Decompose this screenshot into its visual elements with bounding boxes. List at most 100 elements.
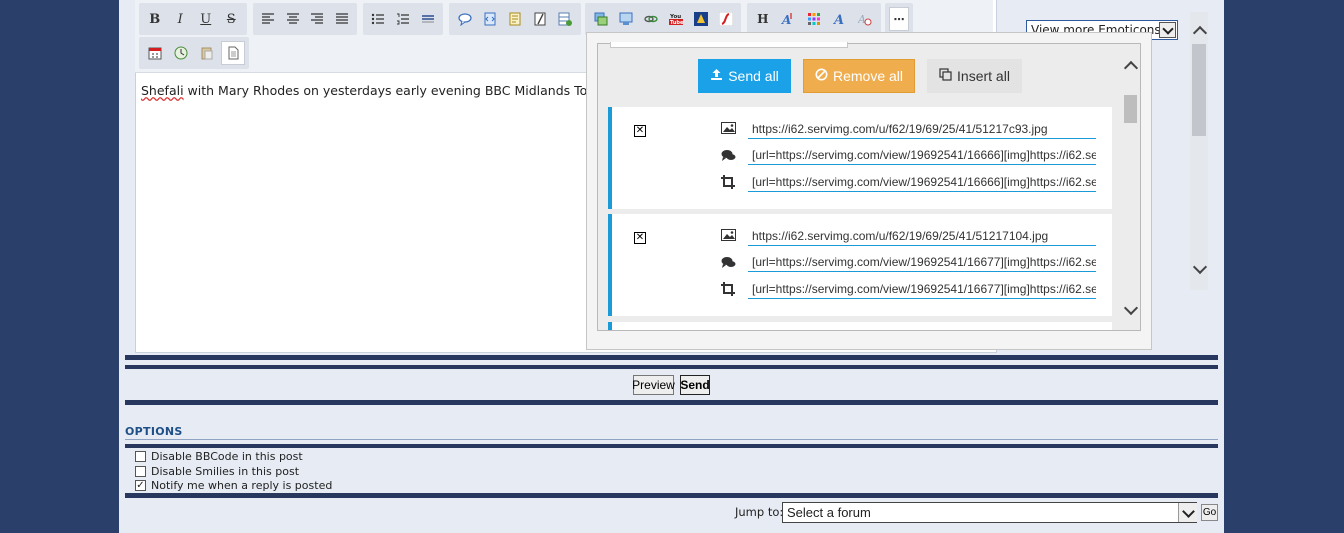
- numbered-list-icon[interactable]: [392, 7, 415, 31]
- svg-text:A: A: [781, 13, 791, 26]
- bbcode-field[interactable]: [url=https://servimg.com/view/19692541/1…: [748, 145, 1096, 165]
- align-justify-icon[interactable]: [331, 7, 354, 31]
- copy-icon: [939, 68, 952, 84]
- text-style-group: B I U S: [139, 3, 247, 35]
- more-icon[interactable]: ⋯: [889, 7, 909, 31]
- quote-icon[interactable]: [453, 7, 476, 31]
- checkbox[interactable]: [135, 451, 146, 462]
- editor-text-rest: with Mary Rhodes on yesterdays early eve…: [183, 83, 627, 98]
- popup-top-field: [610, 42, 848, 48]
- chevron-down-icon[interactable]: [1178, 503, 1197, 522]
- dailymotion-icon[interactable]: [689, 7, 712, 31]
- remove-all-button[interactable]: Remove all: [803, 59, 915, 93]
- media-group: You Tube: [585, 3, 741, 35]
- image-icon: [720, 121, 736, 135]
- crop-icon: [720, 175, 736, 189]
- editor-content[interactable]: Shefali with Mary Rhodes on yesterdays e…: [141, 83, 626, 98]
- insert-all-label: Insert all: [957, 68, 1010, 84]
- insert-all-button[interactable]: Insert all: [927, 59, 1022, 93]
- scroll-down-icon[interactable]: [1123, 300, 1139, 316]
- heading-icon[interactable]: H: [751, 7, 775, 31]
- divider: [125, 355, 1218, 360]
- image-url-field[interactable]: https://i62.servimg.com/u/f62/19/69/25/4…: [748, 119, 1096, 139]
- block-group: [449, 3, 581, 35]
- option-disable-bbcode[interactable]: Disable BBCode in this post: [135, 450, 303, 463]
- thumb-bbcode-field[interactable]: [url=https://servimg.com/view/19692541/1…: [748, 172, 1096, 192]
- option-disable-smilies[interactable]: Disable Smilies in this post: [135, 465, 299, 478]
- date-icon[interactable]: [143, 41, 167, 65]
- list-group: [363, 3, 443, 35]
- underline-icon[interactable]: U: [194, 7, 218, 31]
- flash-icon[interactable]: [714, 7, 737, 31]
- scrollbar-thumb[interactable]: [1124, 95, 1137, 123]
- horizontal-rule-icon[interactable]: [416, 7, 439, 31]
- hide-icon[interactable]: [529, 7, 552, 31]
- divider: [125, 400, 1218, 405]
- emoticons-scrollbar[interactable]: [1190, 12, 1208, 290]
- remove-item-icon[interactable]: ✕: [634, 232, 646, 244]
- remove-item-icon[interactable]: ✕: [634, 125, 646, 137]
- align-left-icon[interactable]: [257, 7, 280, 31]
- bbcode-field[interactable]: [url=https://servimg.com/view/19692541/1…: [748, 252, 1096, 272]
- remove-all-label: Remove all: [832, 68, 904, 84]
- crop-icon: [720, 282, 736, 296]
- option-label: Disable BBCode in this post: [151, 450, 303, 463]
- send-all-label: Send all: [728, 68, 779, 84]
- source-mode-icon[interactable]: [221, 41, 245, 65]
- scroll-up-icon[interactable]: [1123, 60, 1139, 76]
- spoiler-icon[interactable]: [503, 7, 526, 31]
- image-icon: [720, 228, 736, 242]
- misc-group: [139, 37, 249, 69]
- checkbox-checked[interactable]: ✓: [135, 480, 146, 491]
- upload-list-scrollbar[interactable]: [1122, 47, 1140, 327]
- comments-icon: [720, 148, 736, 162]
- option-notify-reply[interactable]: ✓ Notify me when a reply is posted: [135, 479, 332, 492]
- insert-image-icon[interactable]: [614, 7, 637, 31]
- divider: [125, 444, 1218, 448]
- font-size-icon[interactable]: A: [777, 7, 801, 31]
- comments-icon: [720, 255, 736, 269]
- ban-icon: [815, 68, 828, 84]
- color-icon[interactable]: [802, 7, 826, 31]
- strikethrough-icon[interactable]: S: [220, 7, 244, 31]
- clear-format-icon[interactable]: A: [853, 7, 877, 31]
- svg-text:Tube: Tube: [670, 20, 683, 26]
- align-right-icon[interactable]: [306, 7, 329, 31]
- jump-to-label: Jump to:: [735, 505, 784, 519]
- image-host-icon[interactable]: [589, 7, 612, 31]
- table-icon[interactable]: [554, 7, 577, 31]
- more-group: ⋯: [885, 3, 913, 35]
- bullet-list-icon[interactable]: [367, 7, 390, 31]
- checkbox[interactable]: [135, 466, 146, 477]
- time-icon[interactable]: [169, 41, 193, 65]
- go-button[interactable]: Go: [1201, 504, 1218, 521]
- option-label: Notify me when a reply is posted: [151, 479, 333, 492]
- youtube-icon[interactable]: You Tube: [664, 7, 687, 31]
- bold-icon[interactable]: B: [143, 7, 167, 31]
- scrollbar-thumb[interactable]: [1192, 44, 1206, 136]
- upload-item-partial: [608, 322, 1112, 330]
- preview-button[interactable]: Preview: [632, 375, 675, 395]
- divider: [125, 365, 1218, 369]
- option-label: Disable Smilies in this post: [151, 465, 300, 478]
- forum-select[interactable]: Select a forum: [782, 502, 1197, 523]
- send-button[interactable]: Send: [680, 375, 710, 395]
- upload-item: ✕ https://i62.servimg.com/u/f62/19/69/25…: [608, 107, 1112, 209]
- font-face-icon[interactable]: A: [828, 7, 852, 31]
- send-all-button[interactable]: Send all: [698, 59, 791, 93]
- code-icon[interactable]: [478, 7, 501, 31]
- upload-icon: [710, 68, 723, 84]
- image-url-field[interactable]: https://i62.servimg.com/u/f62/19/69/25/4…: [748, 226, 1096, 246]
- svg-text:A: A: [833, 13, 844, 26]
- scroll-down-icon[interactable]: [1192, 259, 1208, 275]
- link-icon[interactable]: [639, 7, 662, 31]
- chevron-down-icon[interactable]: [1159, 22, 1176, 38]
- scroll-up-icon[interactable]: [1192, 25, 1208, 41]
- svg-text:A: A: [858, 13, 866, 26]
- align-center-icon[interactable]: [282, 7, 305, 31]
- thumb-bbcode-field[interactable]: [url=https://servimg.com/view/19692541/1…: [748, 279, 1096, 299]
- paste-icon[interactable]: [195, 41, 219, 65]
- italic-icon[interactable]: I: [169, 7, 193, 31]
- options-underline: [125, 439, 1218, 440]
- misspelled-word: Shefali: [141, 83, 184, 98]
